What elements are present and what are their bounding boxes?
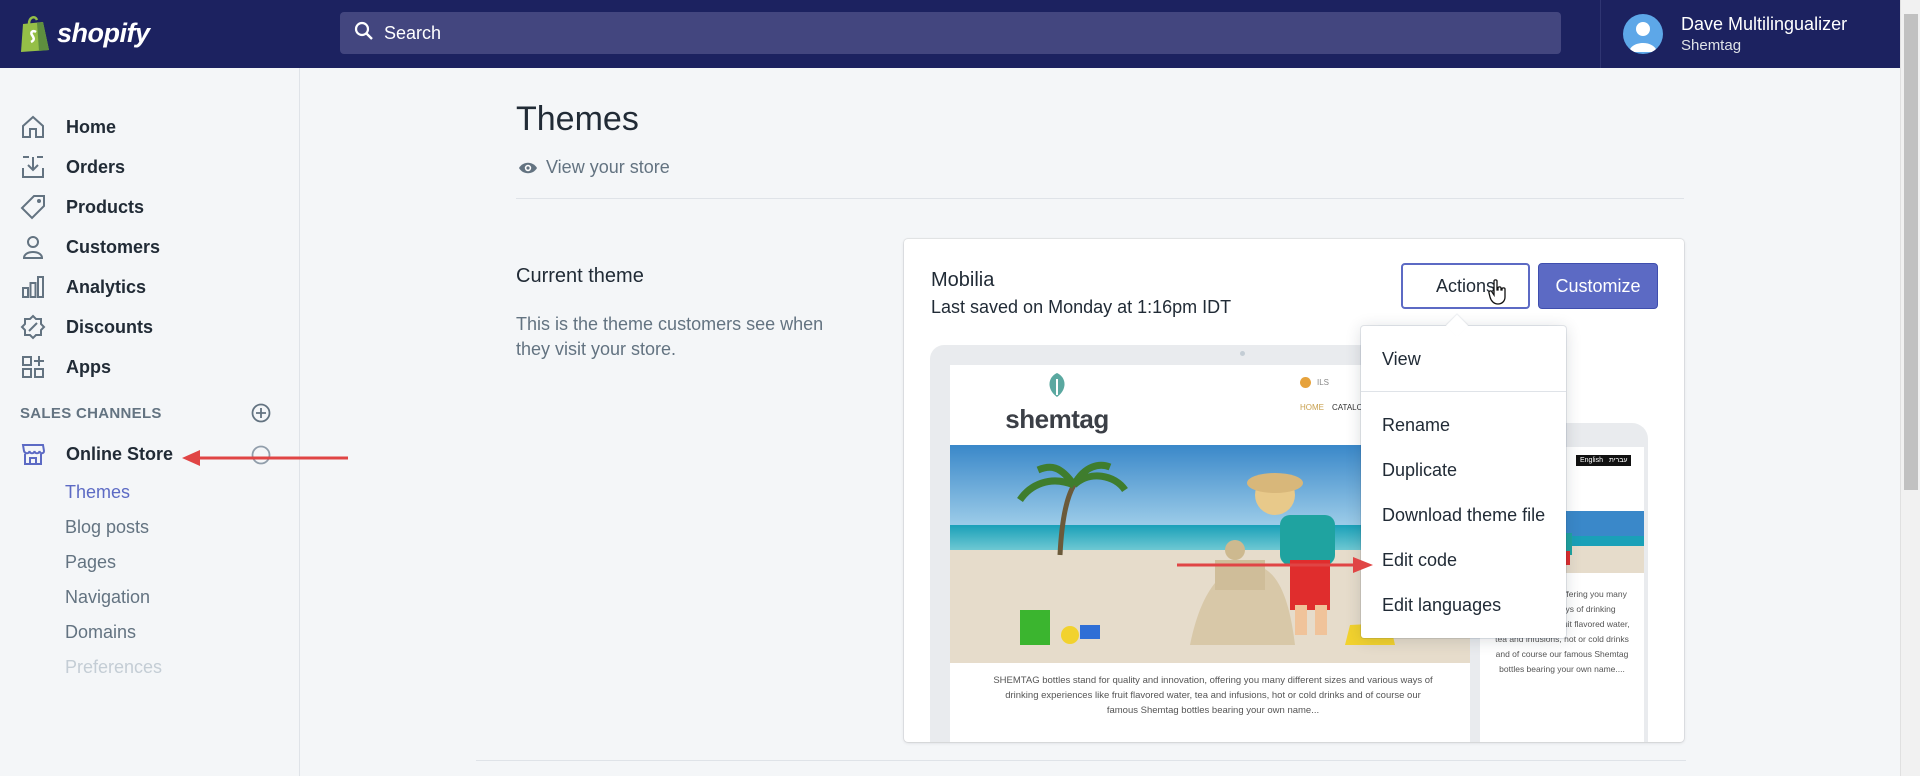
sidebar-item-label: Analytics [66, 276, 147, 297]
actions-label: Actions [1435, 275, 1496, 296]
currency-selector: ILS [1300, 377, 1329, 388]
menu-separator [1361, 391, 1566, 392]
sidebar-subitem-navigation[interactable]: Navigation [65, 587, 150, 608]
scrollbar-thumb[interactable] [1904, 14, 1918, 490]
store-nav-home: HOME [1300, 403, 1324, 412]
header-divider [516, 198, 1684, 199]
lang-english: English [1580, 457, 1603, 464]
view-store-label: View your store [546, 157, 670, 177]
user-name: Dave Multilingualizer [1681, 14, 1848, 34]
search-input[interactable]: Search [340, 12, 1561, 54]
shopify-bag-icon [19, 14, 51, 52]
store-nav: HOME CATALOG [1300, 403, 1369, 412]
sidebar-subitem-domains[interactable]: Domains [65, 622, 136, 643]
menu-item-rename[interactable]: Rename [1382, 415, 1450, 436]
sidebar-item-home[interactable]: Home [20, 109, 116, 145]
store-description: SHEMTAG bottles stand for quality and in… [993, 675, 1433, 716]
store-logo: shemtag [1002, 371, 1112, 435]
actions-button[interactable]: Actions [1401, 263, 1530, 309]
sidebar: Home Orders Products Customers Analytics… [0, 68, 300, 776]
sidebar-subitem-blog-posts[interactable]: Blog posts [65, 517, 149, 538]
sidebar-item-products[interactable]: Products [20, 189, 144, 225]
discount-icon [20, 314, 46, 340]
sidebar-subitem-themes[interactable]: Themes [65, 482, 130, 503]
sidebar-item-label: Online Store [66, 443, 174, 464]
store-icon [21, 444, 46, 465]
customize-label: Customize [1555, 275, 1641, 296]
store-name: Shemtag [1681, 37, 1742, 54]
person-icon [22, 236, 44, 259]
menu-item-duplicate[interactable]: Duplicate [1382, 460, 1457, 481]
shopify-logo[interactable]: shopify [19, 14, 150, 52]
add-sales-channel-button[interactable] [251, 403, 271, 423]
current-theme-description: This is the theme customers see when the… [516, 314, 824, 359]
top-bar: shopify Search Dave Multilingualizer She… [0, 0, 1900, 68]
menu-item-edit-languages[interactable]: Edit languages [1382, 595, 1501, 616]
sales-channels-title: SALES CHANNELS [20, 405, 162, 422]
sidebar-item-apps[interactable]: Apps [20, 349, 111, 385]
currency-label: ILS [1317, 378, 1330, 387]
eye-icon [519, 162, 537, 173]
home-icon [22, 115, 44, 138]
search-placeholder: Search [384, 22, 442, 43]
sidebar-subitem-preferences[interactable]: Preferences [65, 657, 162, 678]
sidebar-item-label: Products [66, 196, 145, 217]
avatar [1623, 14, 1663, 54]
store-logo-name: shemtag [1005, 404, 1109, 434]
page-title: Themes [516, 100, 639, 138]
brand-name: shopify [57, 17, 150, 48]
theme-last-saved: Last saved on Monday at 1:16pm IDT [931, 297, 1232, 317]
annotation-arrow-online-store [182, 450, 348, 466]
language-switcher: English עברית [1576, 455, 1632, 466]
user-menu[interactable]: Dave Multilingualizer Shemtag [1600, 0, 1900, 68]
menu-item-view[interactable]: View [1382, 349, 1421, 370]
annotation-arrow-edit-code [1177, 557, 1373, 573]
sidebar-subitem-pages[interactable]: Pages [65, 552, 116, 573]
sidebar-item-customers[interactable]: Customers [20, 229, 160, 265]
leaf-logo-icon [1049, 373, 1065, 397]
sidebar-item-label: Customers [66, 236, 161, 257]
page-scrollbar[interactable] [1900, 0, 1920, 776]
sidebar-item-online-store[interactable]: Online Store [20, 436, 173, 472]
sidebar-item-orders[interactable]: Orders [20, 149, 125, 185]
sidebar-item-analytics[interactable]: Analytics [20, 269, 146, 305]
plus-circle-icon [251, 403, 271, 423]
sidebar-item-label: Discounts [66, 316, 154, 337]
orders-icon [22, 156, 44, 178]
hand-cursor-icon [1488, 279, 1506, 305]
view-store-link[interactable]: View your store [518, 157, 670, 178]
section-divider [476, 760, 1686, 761]
menu-item-edit-code[interactable]: Edit code [1382, 550, 1457, 571]
theme-name: Mobilia [931, 269, 995, 291]
search-icon [354, 21, 374, 46]
current-theme-card: Mobilia Last saved on Monday at 1:16pm I… [904, 239, 1684, 742]
lang-hebrew: עברית [1608, 457, 1628, 464]
sidebar-item-discounts[interactable]: Discounts [20, 309, 153, 345]
sidebar-item-label: Home [66, 116, 117, 137]
menu-item-download-theme[interactable]: Download theme file [1382, 505, 1545, 526]
tag-icon [20, 195, 45, 220]
apps-icon [22, 356, 44, 378]
actions-dropdown: View Rename Duplicate Download theme fil… [1361, 314, 1566, 638]
sidebar-item-label: Apps [66, 356, 111, 377]
sidebar-item-label: Orders [66, 156, 126, 177]
bar-chart-icon [22, 276, 44, 298]
customize-button[interactable]: Customize [1538, 263, 1658, 309]
current-theme-title: Current theme [516, 265, 644, 287]
